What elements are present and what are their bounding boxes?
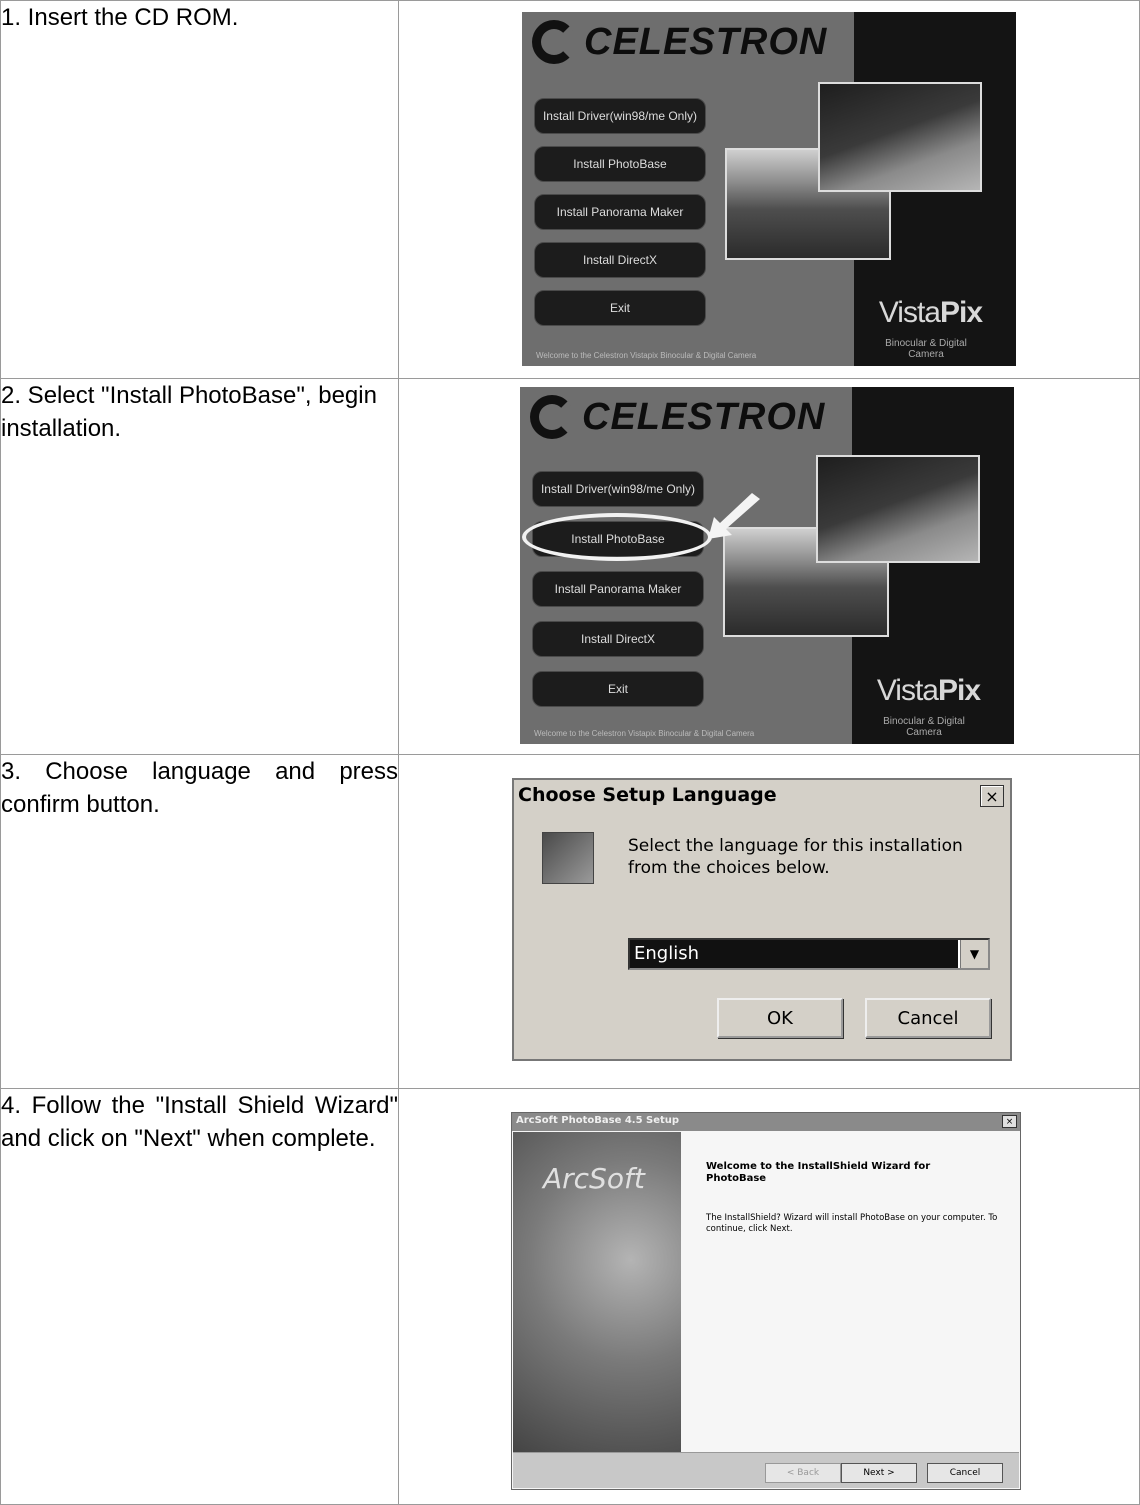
vistapix-logo: VistaPix — [878, 296, 983, 329]
step-row-1: 1. Insert the CD ROM. CELESTRON Install … — [0, 0, 1140, 379]
celestron-logo: CELESTRON — [532, 20, 827, 64]
install-driver-button[interactable]: Install Driver(win98/me Only) — [534, 98, 706, 134]
exit-button[interactable]: Exit — [532, 671, 704, 707]
cancel-button[interactable]: Cancel — [927, 1463, 1003, 1483]
ok-button[interactable]: OK — [717, 998, 843, 1038]
selected-language: English — [630, 940, 958, 968]
celestron-logo: CELESTRON — [530, 395, 825, 439]
install-panorama-button[interactable]: Install Panorama Maker — [534, 194, 706, 230]
baseball-photo — [818, 82, 982, 192]
installshield-wizard: ArcSoft PhotoBase 4.5 Setup × ArcSoft We… — [511, 1112, 1021, 1490]
pointer-arrow-icon — [708, 493, 760, 539]
celestron-menu-highlight-screenshot: CELESTRON Install Driver(win98/me Only) … — [520, 387, 1014, 744]
vistapix-subtitle: Binocular & Digital Camera — [883, 716, 965, 738]
celestron-menu-screenshot: CELESTRON Install Driver(win98/me Only) … — [522, 12, 1016, 366]
install-directx-button[interactable]: Install DirectX — [534, 242, 706, 278]
wizard-heading: Welcome to the InstallShield Wizard for … — [706, 1161, 931, 1184]
exit-button[interactable]: Exit — [534, 290, 706, 326]
step-1-text: 1. Insert the CD ROM. — [0, 0, 399, 379]
install-photobase-button[interactable]: Install PhotoBase — [534, 146, 706, 182]
step-3-text: 3. Choose language and press confirm but… — [0, 754, 399, 1089]
step-row-3: 3. Choose language and press confirm but… — [0, 754, 1140, 1089]
language-select[interactable]: English ▼ — [628, 938, 990, 970]
baseball-photo — [816, 455, 980, 563]
back-button[interactable]: < Back — [765, 1463, 841, 1483]
choose-language-dialog: Choose Setup Language × Select the langu… — [512, 778, 1012, 1061]
highlight-circle — [522, 513, 712, 561]
wizard-title: ArcSoft PhotoBase 4.5 Setup — [512, 1113, 1020, 1131]
dialog-title: Choose Setup Language — [514, 780, 1010, 812]
step-4-text: 4. Follow the "Install Shield Wizard" an… — [0, 1088, 399, 1505]
welcome-text: Welcome to the Celestron Vistapix Binocu… — [534, 729, 755, 738]
vistapix-subtitle: Binocular & Digital Camera — [885, 338, 967, 360]
step-2-image-cell: CELESTRON Install Driver(win98/me Only) … — [398, 378, 1140, 755]
dialog-message: Select the language for this installatio… — [628, 836, 963, 878]
cancel-button[interactable]: Cancel — [865, 998, 991, 1038]
arcsoft-logo: ArcSoft — [543, 1162, 645, 1195]
welcome-text: Welcome to the Celestron Vistapix Binocu… — [536, 351, 757, 360]
chevron-down-icon[interactable]: ▼ — [960, 940, 988, 968]
celestron-logo-icon — [530, 395, 574, 439]
next-button[interactable]: Next > — [841, 1463, 917, 1483]
wizard-side-graphic: ArcSoft — [513, 1132, 681, 1452]
setup-icon — [542, 832, 594, 884]
close-icon[interactable]: × — [1002, 1115, 1017, 1128]
wizard-button-bar: < Back Next > Cancel — [513, 1452, 1019, 1488]
step-2-text: 2. Select "Install PhotoBase", begin ins… — [0, 378, 399, 755]
wizard-body: The InstallShield? Wizard will install P… — [706, 1213, 998, 1234]
close-icon[interactable]: × — [980, 785, 1004, 807]
step-4-image-cell: ArcSoft PhotoBase 4.5 Setup × ArcSoft We… — [398, 1088, 1140, 1505]
install-panorama-button[interactable]: Install Panorama Maker — [532, 571, 704, 607]
step-row-2: 2. Select "Install PhotoBase", begin ins… — [0, 378, 1140, 755]
step-row-4: 4. Follow the "Install Shield Wizard" an… — [0, 1088, 1140, 1505]
vistapix-logo: VistaPix — [876, 674, 981, 707]
install-directx-button[interactable]: Install DirectX — [532, 621, 704, 657]
install-driver-button[interactable]: Install Driver(win98/me Only) — [532, 471, 704, 507]
steps-table: 1. Insert the CD ROM. CELESTRON Install … — [0, 0, 1140, 1505]
step-3-image-cell: Choose Setup Language × Select the langu… — [398, 754, 1140, 1089]
step-1-image-cell: CELESTRON Install Driver(win98/me Only) … — [398, 0, 1140, 379]
celestron-logo-icon — [532, 20, 576, 64]
